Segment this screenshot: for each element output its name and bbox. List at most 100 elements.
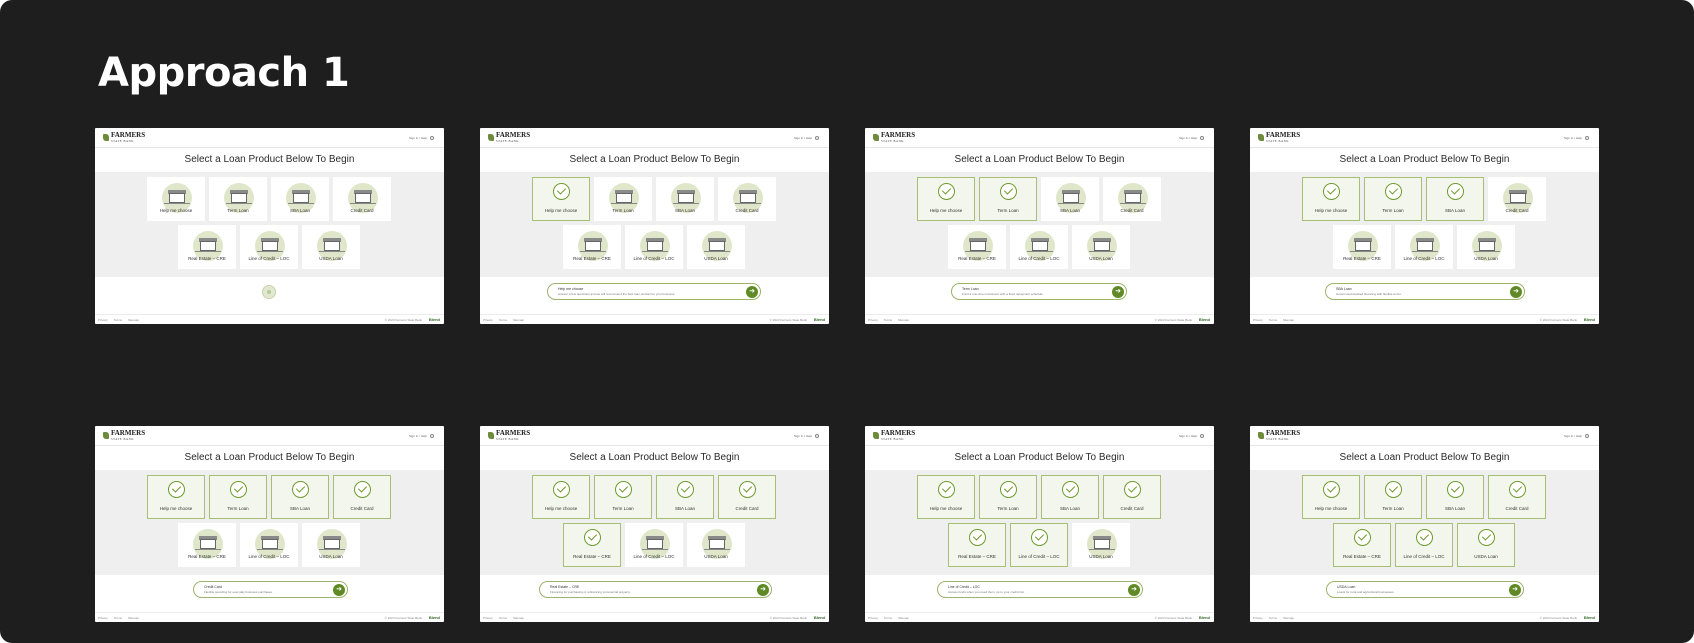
- footer-link[interactable]: Terms: [884, 318, 892, 322]
- header-link[interactable]: Sign In / Help: [1564, 136, 1589, 141]
- product-card[interactable]: Real Estate – CRE: [1333, 523, 1391, 567]
- footer-link[interactable]: Privacy: [483, 318, 493, 322]
- product-card[interactable]: Credit Card: [1103, 177, 1161, 221]
- arrow-right-icon[interactable]: ➜: [757, 584, 769, 596]
- product-card[interactable]: Term Loan: [209, 475, 267, 519]
- product-card[interactable]: Help me choose: [1302, 475, 1360, 519]
- footer-link[interactable]: Terms: [499, 616, 507, 620]
- footer-link[interactable]: Sitemap: [128, 616, 139, 620]
- product-card[interactable]: Real Estate – CRE: [948, 225, 1006, 269]
- header-link[interactable]: Sign In / Help: [1179, 434, 1204, 439]
- header-link[interactable]: Sign In / Help: [409, 136, 434, 141]
- footer-link[interactable]: Sitemap: [128, 318, 139, 322]
- product-card[interactable]: USDA Loan: [687, 225, 745, 269]
- product-card[interactable]: USDA Loan: [302, 225, 360, 269]
- product-description-pill[interactable]: Real Estate – CRE Financing for purchasin…: [539, 581, 772, 598]
- product-card[interactable]: SBA Loan: [271, 177, 329, 221]
- product-description-pill[interactable]: SBA Loan Government-backed financing with…: [1325, 283, 1525, 300]
- product-card[interactable]: Credit Card: [1488, 177, 1546, 221]
- product-card[interactable]: Real Estate – CRE: [178, 523, 236, 567]
- product-card[interactable]: Help me choose: [532, 475, 590, 519]
- product-card[interactable]: USDA Loan: [1457, 225, 1515, 269]
- arrow-right-icon[interactable]: ➜: [1509, 584, 1521, 596]
- product-card[interactable]: Help me choose: [917, 177, 975, 221]
- footer-link[interactable]: Privacy: [868, 318, 878, 322]
- product-card[interactable]: SBA Loan: [1426, 475, 1484, 519]
- footer-link[interactable]: Privacy: [483, 616, 493, 620]
- footer-link[interactable]: Privacy: [98, 616, 108, 620]
- product-description-pill[interactable]: Credit Card Flexible spending for everyda…: [193, 581, 348, 598]
- product-card[interactable]: Help me choose: [147, 475, 205, 519]
- product-card[interactable]: Term Loan: [594, 177, 652, 221]
- product-card[interactable]: Line of Credit – LOC: [240, 225, 298, 269]
- header-link[interactable]: Sign In / Help: [794, 136, 819, 141]
- footer-link[interactable]: Terms: [499, 318, 507, 322]
- footer-link[interactable]: Privacy: [868, 616, 878, 620]
- header-link[interactable]: Sign In / Help: [409, 434, 434, 439]
- product-card[interactable]: Credit Card: [718, 177, 776, 221]
- header-link[interactable]: Sign In / Help: [794, 434, 819, 439]
- product-card[interactable]: Help me choose: [532, 177, 590, 221]
- product-card[interactable]: Line of Credit – LOC: [625, 523, 683, 567]
- product-card[interactable]: Credit Card: [718, 475, 776, 519]
- product-card[interactable]: Help me choose: [1302, 177, 1360, 221]
- product-card[interactable]: SBA Loan: [1041, 177, 1099, 221]
- product-card[interactable]: Line of Credit – LOC: [625, 225, 683, 269]
- product-card[interactable]: Line of Credit – LOC: [1395, 523, 1453, 567]
- footer-link[interactable]: Terms: [1269, 616, 1277, 620]
- product-card[interactable]: USDA Loan: [687, 523, 745, 567]
- product-card[interactable]: SBA Loan: [1426, 177, 1484, 221]
- product-description-pill[interactable]: Term Loan Fund a one-time investment with…: [951, 283, 1127, 300]
- footer-link[interactable]: Terms: [114, 616, 122, 620]
- footer-link[interactable]: Sitemap: [513, 318, 524, 322]
- product-card[interactable]: SBA Loan: [1041, 475, 1099, 519]
- footer-link[interactable]: Terms: [884, 616, 892, 620]
- product-card[interactable]: Line of Credit – LOC: [1010, 225, 1068, 269]
- header-link[interactable]: Sign In / Help: [1564, 434, 1589, 439]
- arrow-right-icon[interactable]: ➜: [1510, 286, 1522, 298]
- product-card[interactable]: Credit Card: [333, 177, 391, 221]
- product-card[interactable]: Line of Credit – LOC: [1395, 225, 1453, 269]
- product-card[interactable]: Real Estate – CRE: [563, 523, 621, 567]
- product-card[interactable]: Real Estate – CRE: [563, 225, 621, 269]
- arrow-right-icon[interactable]: ➜: [333, 584, 345, 596]
- product-card[interactable]: USDA Loan: [1457, 523, 1515, 567]
- footer-link[interactable]: Terms: [1269, 318, 1277, 322]
- footer-link[interactable]: Sitemap: [1283, 616, 1294, 620]
- header-link[interactable]: Sign In / Help: [1179, 136, 1204, 141]
- footer-link[interactable]: Privacy: [1253, 616, 1263, 620]
- footer-link[interactable]: Privacy: [1253, 318, 1263, 322]
- footer-link[interactable]: Sitemap: [898, 616, 909, 620]
- product-card[interactable]: Term Loan: [594, 475, 652, 519]
- product-card[interactable]: Term Loan: [209, 177, 267, 221]
- product-card[interactable]: Real Estate – CRE: [948, 523, 1006, 567]
- product-card[interactable]: SBA Loan: [656, 475, 714, 519]
- product-card[interactable]: USDA Loan: [1072, 523, 1130, 567]
- product-card[interactable]: Help me choose: [917, 475, 975, 519]
- product-card[interactable]: Term Loan: [979, 177, 1037, 221]
- product-card[interactable]: Term Loan: [979, 475, 1037, 519]
- product-card[interactable]: Line of Credit – LOC: [240, 523, 298, 567]
- footer-link[interactable]: Sitemap: [1283, 318, 1294, 322]
- product-card[interactable]: Line of Credit – LOC: [1010, 523, 1068, 567]
- product-description-pill[interactable]: Help me choose Answer a few questions and…: [547, 283, 761, 300]
- arrow-right-icon[interactable]: ➜: [746, 286, 758, 298]
- product-card[interactable]: Credit Card: [333, 475, 391, 519]
- arrow-right-icon[interactable]: ➜: [1128, 584, 1140, 596]
- product-card[interactable]: USDA Loan: [302, 523, 360, 567]
- product-card[interactable]: SBA Loan: [656, 177, 714, 221]
- product-description-pill[interactable]: Line of Credit – LOC Access funds when yo…: [937, 581, 1143, 598]
- product-card[interactable]: Real Estate – CRE: [1333, 225, 1391, 269]
- product-card[interactable]: Real Estate – CRE: [178, 225, 236, 269]
- product-card[interactable]: SBA Loan: [271, 475, 329, 519]
- product-description-pill[interactable]: USDA Loan Loans for rural and agricultura…: [1326, 581, 1524, 598]
- footer-link[interactable]: Terms: [114, 318, 122, 322]
- product-card[interactable]: Help me choose: [147, 177, 205, 221]
- arrow-right-icon[interactable]: ➜: [1112, 286, 1124, 298]
- footer-link[interactable]: Sitemap: [513, 616, 524, 620]
- footer-link[interactable]: Privacy: [98, 318, 108, 322]
- footer-link[interactable]: Sitemap: [898, 318, 909, 322]
- product-card[interactable]: Term Loan: [1364, 475, 1422, 519]
- product-card[interactable]: USDA Loan: [1072, 225, 1130, 269]
- product-card[interactable]: Credit Card: [1488, 475, 1546, 519]
